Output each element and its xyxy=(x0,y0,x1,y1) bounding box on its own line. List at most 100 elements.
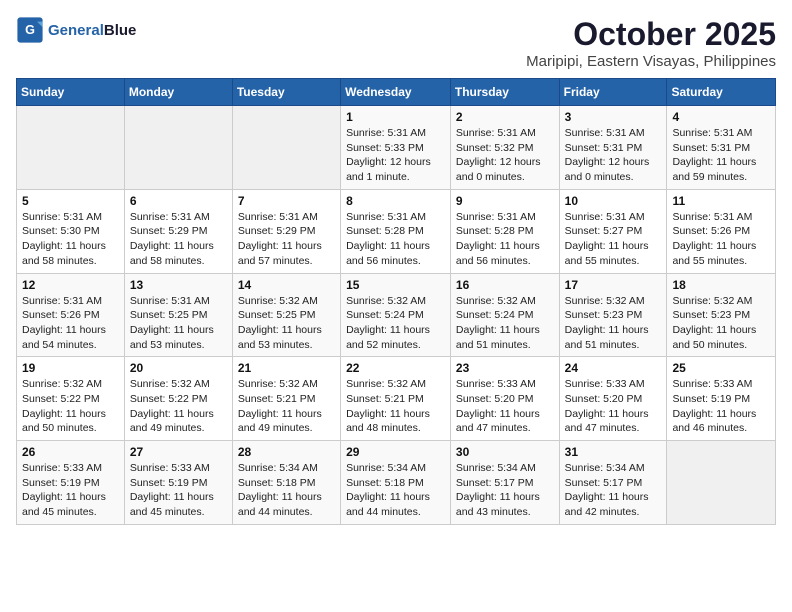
day-number: 15 xyxy=(346,278,445,292)
day-info: Sunrise: 5:31 AM Sunset: 5:32 PM Dayligh… xyxy=(456,126,554,185)
calendar-cell: 20Sunrise: 5:32 AM Sunset: 5:22 PM Dayli… xyxy=(124,357,232,441)
weekday-header-cell: Monday xyxy=(124,79,232,106)
title-area: October 2025 Maripipi, Eastern Visayas, … xyxy=(526,16,776,70)
day-info: Sunrise: 5:34 AM Sunset: 5:18 PM Dayligh… xyxy=(346,461,445,520)
calendar-cell: 5Sunrise: 5:31 AM Sunset: 5:30 PM Daylig… xyxy=(17,189,125,273)
day-info: Sunrise: 5:31 AM Sunset: 5:29 PM Dayligh… xyxy=(130,210,227,269)
logo-line1: GeneralBlue xyxy=(48,22,136,39)
calendar-week-row: 5Sunrise: 5:31 AM Sunset: 5:30 PM Daylig… xyxy=(17,189,776,273)
calendar-cell: 30Sunrise: 5:34 AM Sunset: 5:17 PM Dayli… xyxy=(450,441,559,525)
calendar-week-row: 26Sunrise: 5:33 AM Sunset: 5:19 PM Dayli… xyxy=(17,441,776,525)
calendar-cell: 11 Sunrise: 5:31 AM Sunset: 5:26 PM Dayli… xyxy=(667,189,776,273)
calendar-week-row: 12 Sunrise: 5:31 AM Sunset: 5:26 PM Dayli… xyxy=(17,273,776,357)
calendar-cell: 10 Sunrise: 5:31 AM Sunset: 5:27 PM Dayli… xyxy=(559,189,667,273)
weekday-header-cell: Friday xyxy=(559,79,667,106)
calendar-cell: 4Sunrise: 5:31 AM Sunset: 5:31 PM Daylig… xyxy=(667,106,776,190)
day-info: Sunrise: 5:31 AM Sunset: 5:29 PM Dayligh… xyxy=(238,210,335,269)
day-info: Sunrise: 5:33 AM Sunset: 5:20 PM Dayligh… xyxy=(565,377,662,436)
calendar-cell: 21 Sunrise: 5:32 AM Sunset: 5:21 PM Dayli… xyxy=(232,357,340,441)
day-info: Sunrise: 5:32 AM Sunset: 5:24 PM Dayligh… xyxy=(346,294,445,353)
day-number: 9 xyxy=(456,194,554,208)
calendar-cell: 29 Sunrise: 5:34 AM Sunset: 5:18 PM Dayli… xyxy=(341,441,451,525)
day-info: Sunrise: 5:34 AM Sunset: 5:17 PM Dayligh… xyxy=(565,461,662,520)
calendar-cell: 18 Sunrise: 5:32 AM Sunset: 5:23 PM Dayli… xyxy=(667,273,776,357)
calendar-cell xyxy=(124,106,232,190)
calendar-cell: 17 Sunrise: 5:32 AM Sunset: 5:23 PM Dayli… xyxy=(559,273,667,357)
calendar-cell: 9Sunrise: 5:31 AM Sunset: 5:28 PM Daylig… xyxy=(450,189,559,273)
day-info: Sunrise: 5:32 AM Sunset: 5:21 PM Dayligh… xyxy=(346,377,445,436)
calendar-cell xyxy=(667,441,776,525)
day-info: Sunrise: 5:31 AM Sunset: 5:27 PM Dayligh… xyxy=(565,210,662,269)
day-info: Sunrise: 5:31 AM Sunset: 5:26 PM Dayligh… xyxy=(22,294,119,353)
calendar-cell: 26Sunrise: 5:33 AM Sunset: 5:19 PM Dayli… xyxy=(17,441,125,525)
day-number: 17 xyxy=(565,278,662,292)
day-info: Sunrise: 5:32 AM Sunset: 5:22 PM Dayligh… xyxy=(130,377,227,436)
day-info: Sunrise: 5:33 AM Sunset: 5:19 PM Dayligh… xyxy=(672,377,770,436)
calendar-cell: 16 Sunrise: 5:32 AM Sunset: 5:24 PM Dayli… xyxy=(450,273,559,357)
day-number: 18 xyxy=(672,278,770,292)
day-number: 21 xyxy=(238,361,335,375)
calendar-cell: 28 Sunrise: 5:34 AM Sunset: 5:18 PM Dayli… xyxy=(232,441,340,525)
calendar-cell: 3 Sunrise: 5:31 AM Sunset: 5:31 PM Daylig… xyxy=(559,106,667,190)
day-info: Sunrise: 5:32 AM Sunset: 5:22 PM Dayligh… xyxy=(22,377,119,436)
day-info: Sunrise: 5:31 AM Sunset: 5:28 PM Dayligh… xyxy=(346,210,445,269)
calendar-table: SundayMondayTuesdayWednesdayThursdayFrid… xyxy=(16,78,776,525)
calendar-cell: 6Sunrise: 5:31 AM Sunset: 5:29 PM Daylig… xyxy=(124,189,232,273)
weekday-header-cell: Tuesday xyxy=(232,79,340,106)
calendar-cell: 27Sunrise: 5:33 AM Sunset: 5:19 PM Dayli… xyxy=(124,441,232,525)
day-number: 10 xyxy=(565,194,662,208)
day-number: 5 xyxy=(22,194,119,208)
location-title: Maripipi, Eastern Visayas, Philippines xyxy=(526,53,776,70)
day-number: 16 xyxy=(456,278,554,292)
day-number: 28 xyxy=(238,445,335,459)
day-number: 3 xyxy=(565,110,662,124)
day-number: 4 xyxy=(672,110,770,124)
day-number: 7 xyxy=(238,194,335,208)
day-info: Sunrise: 5:34 AM Sunset: 5:18 PM Dayligh… xyxy=(238,461,335,520)
day-number: 8 xyxy=(346,194,445,208)
day-number: 13 xyxy=(130,278,227,292)
day-info: Sunrise: 5:31 AM Sunset: 5:25 PM Dayligh… xyxy=(130,294,227,353)
calendar-cell: 15 Sunrise: 5:32 AM Sunset: 5:24 PM Dayli… xyxy=(341,273,451,357)
logo-icon: G xyxy=(16,16,44,44)
day-info: Sunrise: 5:32 AM Sunset: 5:25 PM Dayligh… xyxy=(238,294,335,353)
day-info: Sunrise: 5:34 AM Sunset: 5:17 PM Dayligh… xyxy=(456,461,554,520)
day-info: Sunrise: 5:31 AM Sunset: 5:33 PM Dayligh… xyxy=(346,126,445,185)
calendar-cell xyxy=(232,106,340,190)
day-number: 29 xyxy=(346,445,445,459)
calendar-cell: 14Sunrise: 5:32 AM Sunset: 5:25 PM Dayli… xyxy=(232,273,340,357)
day-info: Sunrise: 5:32 AM Sunset: 5:24 PM Dayligh… xyxy=(456,294,554,353)
day-number: 12 xyxy=(22,278,119,292)
day-number: 22 xyxy=(346,361,445,375)
day-info: Sunrise: 5:33 AM Sunset: 5:19 PM Dayligh… xyxy=(130,461,227,520)
header: G GeneralBlue October 2025 Maripipi, Eas… xyxy=(16,16,776,70)
calendar-body: 1 Sunrise: 5:31 AM Sunset: 5:33 PM Daylig… xyxy=(17,106,776,525)
day-number: 19 xyxy=(22,361,119,375)
weekday-header-cell: Saturday xyxy=(667,79,776,106)
calendar-cell: 1 Sunrise: 5:31 AM Sunset: 5:33 PM Daylig… xyxy=(341,106,451,190)
month-title: October 2025 xyxy=(526,16,776,53)
svg-text:G: G xyxy=(25,23,35,37)
day-info: Sunrise: 5:32 AM Sunset: 5:21 PM Dayligh… xyxy=(238,377,335,436)
day-number: 2 xyxy=(456,110,554,124)
calendar-cell: 25Sunrise: 5:33 AM Sunset: 5:19 PM Dayli… xyxy=(667,357,776,441)
day-number: 11 xyxy=(672,194,770,208)
day-info: Sunrise: 5:32 AM Sunset: 5:23 PM Dayligh… xyxy=(672,294,770,353)
day-info: Sunrise: 5:31 AM Sunset: 5:26 PM Dayligh… xyxy=(672,210,770,269)
calendar-week-row: 19 Sunrise: 5:32 AM Sunset: 5:22 PM Dayli… xyxy=(17,357,776,441)
calendar-cell: 22 Sunrise: 5:32 AM Sunset: 5:21 PM Dayli… xyxy=(341,357,451,441)
calendar-cell: 12 Sunrise: 5:31 AM Sunset: 5:26 PM Dayli… xyxy=(17,273,125,357)
calendar-cell: 19 Sunrise: 5:32 AM Sunset: 5:22 PM Dayli… xyxy=(17,357,125,441)
calendar-cell: 13 Sunrise: 5:31 AM Sunset: 5:25 PM Dayli… xyxy=(124,273,232,357)
day-info: Sunrise: 5:31 AM Sunset: 5:31 PM Dayligh… xyxy=(565,126,662,185)
weekday-header-row: SundayMondayTuesdayWednesdayThursdayFrid… xyxy=(17,79,776,106)
weekday-header-cell: Thursday xyxy=(450,79,559,106)
day-number: 1 xyxy=(346,110,445,124)
calendar-cell: 7 Sunrise: 5:31 AM Sunset: 5:29 PM Daylig… xyxy=(232,189,340,273)
calendar-week-row: 1 Sunrise: 5:31 AM Sunset: 5:33 PM Daylig… xyxy=(17,106,776,190)
calendar-cell: 23Sunrise: 5:33 AM Sunset: 5:20 PM Dayli… xyxy=(450,357,559,441)
day-info: Sunrise: 5:33 AM Sunset: 5:19 PM Dayligh… xyxy=(22,461,119,520)
calendar-cell xyxy=(17,106,125,190)
day-info: Sunrise: 5:32 AM Sunset: 5:23 PM Dayligh… xyxy=(565,294,662,353)
weekday-header-cell: Sunday xyxy=(17,79,125,106)
